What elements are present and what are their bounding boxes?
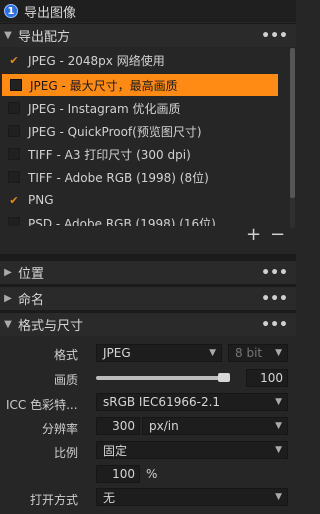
icc-profile-value: sRGB IEC61966-2.1	[103, 395, 221, 409]
resolution-unit-value: px/in	[149, 419, 179, 433]
remove-recipe-button[interactable]: −	[270, 226, 285, 244]
chevron-down-icon: ▼	[4, 319, 12, 330]
chevron-down-icon: ▼	[275, 348, 282, 358]
recipe-item-selected[interactable]: JPEG - 最大尺寸，最高画质	[2, 74, 278, 96]
quality-slider[interactable]	[96, 376, 228, 380]
chevron-down-icon: ▼	[4, 30, 12, 41]
chevron-right-icon: ▶	[4, 267, 12, 278]
recipe-checkbox[interactable]	[8, 148, 20, 160]
recipe-name: PNG	[28, 193, 54, 207]
section-header-naming[interactable]: ▶ 命名 •••	[0, 286, 296, 310]
resolution-value: 300	[112, 419, 135, 433]
quality-input[interactable]: 100	[246, 369, 288, 387]
chevron-down-icon: ▼	[275, 445, 282, 455]
recipe-name: PSD - Adobe RGB (1998) (16位)	[28, 216, 216, 227]
recipe-item[interactable]: TIFF - Adobe RGB (1998) (8位)	[0, 166, 276, 188]
more-menu-icon[interactable]: •••	[261, 317, 288, 333]
more-menu-icon[interactable]: •••	[261, 28, 288, 44]
recipe-name: JPEG - QuickProof(预览图尺寸)	[28, 124, 202, 139]
scale-percent-input[interactable]: 100	[96, 465, 140, 483]
scrollbar-thumb[interactable]	[290, 48, 295, 198]
recipe-item[interactable]: TIFF - A3 打印尺寸 (300 dpi)	[0, 143, 276, 165]
scale-percent-unit: %	[146, 467, 158, 481]
quality-value: 100	[260, 371, 283, 385]
recipe-item[interactable]: JPEG - Instagram 优化画质	[0, 97, 276, 119]
quality-label: 画质	[53, 373, 78, 387]
recipe-item[interactable]: JPEG - QuickProof(预览图尺寸)	[0, 120, 276, 142]
tool-title: 导出图像	[24, 5, 77, 21]
scale-value: 固定	[103, 443, 128, 458]
resolution-input[interactable]: 300	[96, 417, 140, 435]
chevron-right-icon: ▶	[4, 293, 12, 304]
open-with-select[interactable]: 无 ▼	[96, 488, 288, 506]
recipe-checkbox[interactable]	[8, 125, 20, 137]
recipe-checkbox[interactable]	[8, 217, 20, 226]
chevron-down-icon: ▼	[275, 421, 282, 431]
format-value: JPEG	[103, 346, 131, 360]
chevron-down-icon: ▼	[209, 348, 216, 358]
recipe-checkbox[interactable]	[8, 102, 20, 114]
icc-profile-select[interactable]: sRGB IEC61966-2.1 ▼	[96, 393, 288, 411]
section-title-location: 位置	[18, 267, 45, 282]
scale-label: 比例	[53, 446, 78, 460]
scale-select[interactable]: 固定 ▼	[96, 441, 288, 459]
recipe-name: JPEG - Instagram 优化画质	[28, 101, 181, 116]
more-menu-icon[interactable]: •••	[261, 265, 288, 281]
recipe-checkbox[interactable]	[10, 79, 22, 91]
section-title-format: 格式与尺寸	[18, 319, 84, 334]
add-recipe-button[interactable]: +	[246, 226, 261, 244]
bitdepth-select[interactable]: 8 bit ▼	[228, 344, 288, 362]
icc-profile-label: ICC 色彩特...	[6, 398, 78, 412]
section-title-recipes: 导出配方	[18, 30, 71, 45]
recipe-name: TIFF - Adobe RGB (1998) (8位)	[28, 170, 209, 185]
section-header-location[interactable]: ▶ 位置 •••	[0, 260, 296, 284]
format-select[interactable]: JPEG ▼	[96, 344, 222, 362]
format-label: 格式	[53, 348, 78, 362]
open-with-value: 无	[103, 490, 116, 505]
open-with-label: 打开方式	[29, 493, 78, 507]
scale-percent-value: 100	[112, 467, 135, 481]
resolution-label: 分辨率	[41, 422, 78, 436]
recipe-item[interactable]: PSD - Adobe RGB (1998) (16位)	[0, 212, 276, 226]
recipe-name: JPEG - 最大尺寸，最高画质	[30, 78, 178, 93]
recipe-item[interactable]: ✔ JPEG - 2048px 网络使用	[0, 49, 276, 71]
section-title-naming: 命名	[18, 293, 45, 308]
quality-slider-handle[interactable]	[218, 373, 230, 382]
resolution-unit-select[interactable]: px/in ▼	[142, 417, 288, 435]
chevron-down-icon: ▼	[275, 397, 282, 407]
recipe-checkbox[interactable]	[8, 171, 20, 183]
bitdepth-value: 8 bit	[235, 346, 263, 360]
more-menu-icon[interactable]: •••	[261, 291, 288, 307]
section-header-recipes[interactable]: ▼ 导出配方 •••	[0, 23, 296, 47]
tool-number-badge: 1	[4, 4, 18, 18]
recipe-name: JPEG - 2048px 网络使用	[28, 53, 165, 68]
section-header-format[interactable]: ▼ 格式与尺寸 •••	[0, 312, 296, 336]
checkmark-icon[interactable]: ✔	[8, 194, 20, 207]
recipe-item[interactable]: ✔ PNG	[0, 189, 276, 211]
recipe-list[interactable]: ✔ JPEG - 2048px 网络使用 JPEG - 最大尺寸，最高画质 JP…	[0, 48, 292, 226]
recipe-name: TIFF - A3 打印尺寸 (300 dpi)	[28, 147, 191, 162]
tool-titlebar: 1 导出图像	[0, 0, 296, 22]
recipe-list-scrollbar[interactable]	[290, 48, 295, 228]
checkmark-icon[interactable]: ✔	[8, 54, 20, 67]
chevron-down-icon: ▼	[275, 492, 282, 502]
